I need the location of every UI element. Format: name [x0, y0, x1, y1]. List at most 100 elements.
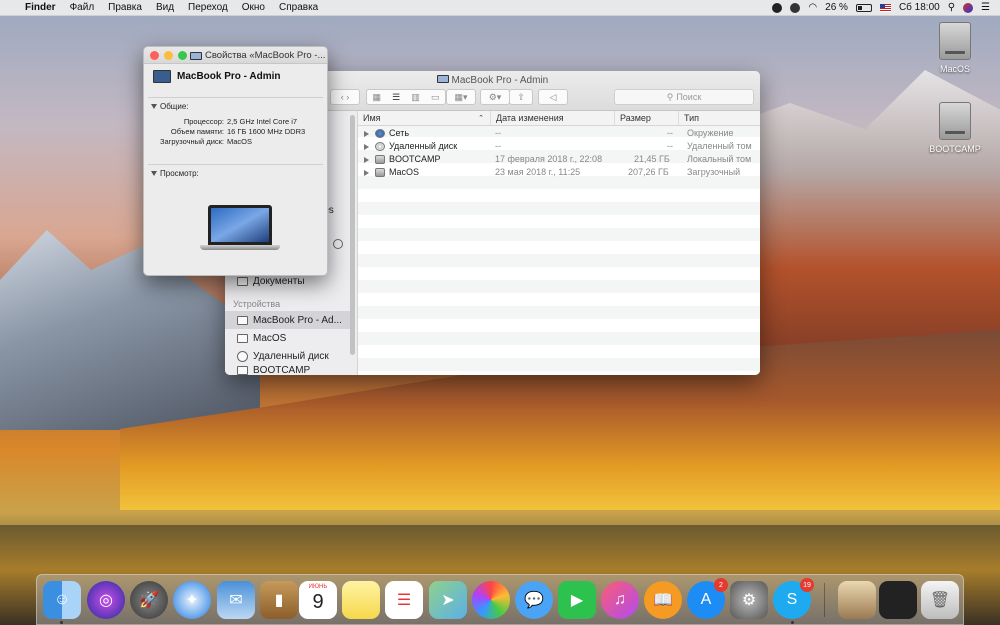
column-name-label: Имя	[363, 113, 381, 123]
menu-edit[interactable]: Правка	[101, 2, 149, 13]
spotlight-icon[interactable]: ⚲	[948, 2, 955, 13]
safari-icon[interactable]: ✦	[173, 581, 211, 619]
input-source-flag-icon[interactable]	[879, 3, 891, 12]
mail-icon[interactable]: ✉	[217, 581, 255, 619]
menu-window[interactable]: Окно	[235, 2, 272, 13]
siri-icon[interactable]	[963, 2, 974, 13]
row-kind: Удаленный том	[687, 141, 752, 151]
drive-icon	[375, 168, 385, 178]
sidebar-item-macbook[interactable]: MacBook Pro - Ad...	[225, 311, 350, 329]
recent-window-thumbnail-icon[interactable]	[879, 581, 917, 619]
sidebar-item-label: Удаленный диск	[253, 350, 329, 362]
sidebar-item-remote-disc[interactable]: Удаленный диск	[225, 347, 350, 365]
info-processor: Процессор: 2,5 GHz Intel Core i7	[148, 117, 297, 126]
section-general[interactable]: Общие:	[151, 102, 189, 111]
column-header-name[interactable]: Имя ⌃	[358, 111, 491, 126]
wifi-icon[interactable]: ◠	[808, 2, 817, 13]
notes-icon[interactable]	[342, 581, 380, 619]
sort-arrow-icon: ⌃	[478, 115, 484, 122]
column-view-icon[interactable]: ▥	[411, 92, 420, 103]
finder-icon[interactable]: ☺	[43, 581, 81, 619]
status-area: ◠ 26 % Сб 18:00 ⚲ ☰	[772, 2, 1000, 13]
battery-icon[interactable]	[855, 3, 872, 12]
photos-icon[interactable]	[472, 581, 510, 619]
row-name-cell: Сеть	[364, 127, 409, 140]
desktop-drive-label: MacOS	[939, 64, 970, 74]
laptop-icon	[436, 75, 449, 83]
table-row[interactable]: MacOS 23 мая 2018 г., 11:25 207,26 ГБ За…	[358, 166, 760, 179]
row-kind: Локальный том	[687, 154, 752, 164]
disclosure-triangle-icon[interactable]	[364, 156, 369, 163]
disclosure-triangle-icon[interactable]	[364, 143, 369, 150]
row-date: --	[495, 141, 501, 151]
contacts-icon[interactable]: ▮	[260, 581, 298, 619]
view-mode-switcher[interactable]: ▦ ☰ ▥ ▭	[366, 89, 446, 105]
list-view-icon[interactable]: ☰	[392, 92, 400, 103]
table-row[interactable]: BOOTCAMP 17 февраля 2018 г., 22:08 21,45…	[358, 153, 760, 166]
sidebar-item-label: Документы	[253, 275, 305, 287]
sidebar-scrollbar[interactable]	[350, 115, 355, 355]
battery-percent[interactable]: 26 %	[825, 2, 848, 13]
messages-icon[interactable]: 💬	[515, 581, 553, 619]
menu-help[interactable]: Справка	[272, 2, 325, 13]
menu-app-finder[interactable]: Finder	[22, 2, 63, 13]
table-row[interactable]: Сеть -- -- Окружение	[358, 127, 760, 140]
close-button[interactable]	[150, 51, 159, 60]
disclosure-triangle-icon[interactable]	[364, 130, 369, 137]
table-row[interactable]: Удаленный диск -- -- Удаленный том	[358, 140, 760, 153]
zoom-button[interactable]	[178, 51, 187, 60]
search-input[interactable]: ⚲ Поиск	[614, 89, 754, 105]
section-preview[interactable]: Просмотр:	[151, 169, 199, 178]
minimize-button[interactable]	[164, 51, 173, 60]
launchpad-icon[interactable]: 🚀	[130, 581, 168, 619]
drive-icon	[375, 155, 385, 165]
group-button[interactable]: ▦▾	[446, 89, 476, 105]
back-forward-button[interactable]: ‹ ›	[330, 89, 360, 105]
column-header-date[interactable]: Дата изменения	[491, 111, 615, 126]
info-window: Свойства «MacBook Pro -... MacBook Pro -…	[143, 46, 328, 276]
gallery-view-icon[interactable]: ▭	[431, 92, 440, 103]
desktop-drive-macos[interactable]: MacOS	[920, 22, 990, 74]
downloads-stack-icon[interactable]	[838, 581, 876, 619]
creative-cloud-icon[interactable]	[790, 2, 801, 13]
facetime-icon[interactable]: ▶	[558, 581, 596, 619]
siri-icon[interactable]: ◎	[87, 581, 125, 619]
row-size: 21,45 ГБ	[634, 154, 670, 164]
running-indicator	[60, 621, 63, 624]
info-header: MacBook Pro - Admin	[153, 70, 281, 83]
column-header-kind[interactable]: Тип	[679, 111, 760, 126]
row-date: 17 февраля 2018 г., 22:08	[495, 154, 603, 164]
skype-icon[interactable]: S 19	[773, 578, 814, 619]
share-button[interactable]: ⇧	[509, 89, 533, 105]
info-titlebar[interactable]: Свойства «MacBook Pro -...	[144, 47, 327, 64]
menu-go[interactable]: Переход	[181, 2, 235, 13]
calendar-icon[interactable]: ИЮНЬ 9	[299, 581, 337, 619]
menu-view[interactable]: Вид	[149, 2, 181, 13]
menu-file[interactable]: Файл	[63, 2, 102, 13]
desktop-drive-bootcamp[interactable]: BOOTCAMP	[920, 102, 990, 154]
app-store-icon[interactable]: A 2	[687, 578, 728, 619]
info-title: Свойства «MacBook Pro -...	[190, 50, 325, 61]
row-size: --	[667, 141, 673, 151]
system-preferences-icon[interactable]: ⚙	[730, 581, 768, 619]
menu-bar: Finder Файл Правка Вид Переход Окно Спра…	[0, 0, 1000, 16]
maps-icon[interactable]: ➤	[429, 581, 467, 619]
reminders-icon[interactable]: ☰	[385, 581, 423, 619]
dock: ☺ ◎ 🚀 ✦ ✉ ▮ ИЮНЬ 9 ☰ ➤ 💬 ▶ ♫ 📖 A 2 ⚙ S 1…	[36, 574, 964, 625]
disclosure-triangle-icon[interactable]	[364, 169, 369, 176]
trash-icon[interactable]: 🗑	[921, 581, 959, 619]
column-header-size[interactable]: Размер	[615, 111, 679, 126]
notification-center-icon[interactable]: ☰	[981, 2, 990, 13]
skype-status-icon[interactable]	[772, 2, 783, 13]
itunes-icon[interactable]: ♫	[601, 581, 639, 619]
icon-view-icon[interactable]: ▦	[373, 92, 382, 103]
ibooks-icon[interactable]: 📖	[644, 581, 682, 619]
laptop-icon	[190, 51, 202, 60]
running-indicator	[791, 621, 794, 624]
menu-clock[interactable]: Сб 18:00	[899, 2, 940, 13]
sidebar-item-bootcamp[interactable]: BOOTCAMP	[225, 365, 350, 375]
dock-divider	[824, 583, 825, 617]
sidebar-item-macos[interactable]: MacOS	[225, 329, 350, 347]
action-gear-button[interactable]: ⚙▾	[480, 89, 510, 105]
tags-button[interactable]: ◁	[538, 89, 568, 105]
